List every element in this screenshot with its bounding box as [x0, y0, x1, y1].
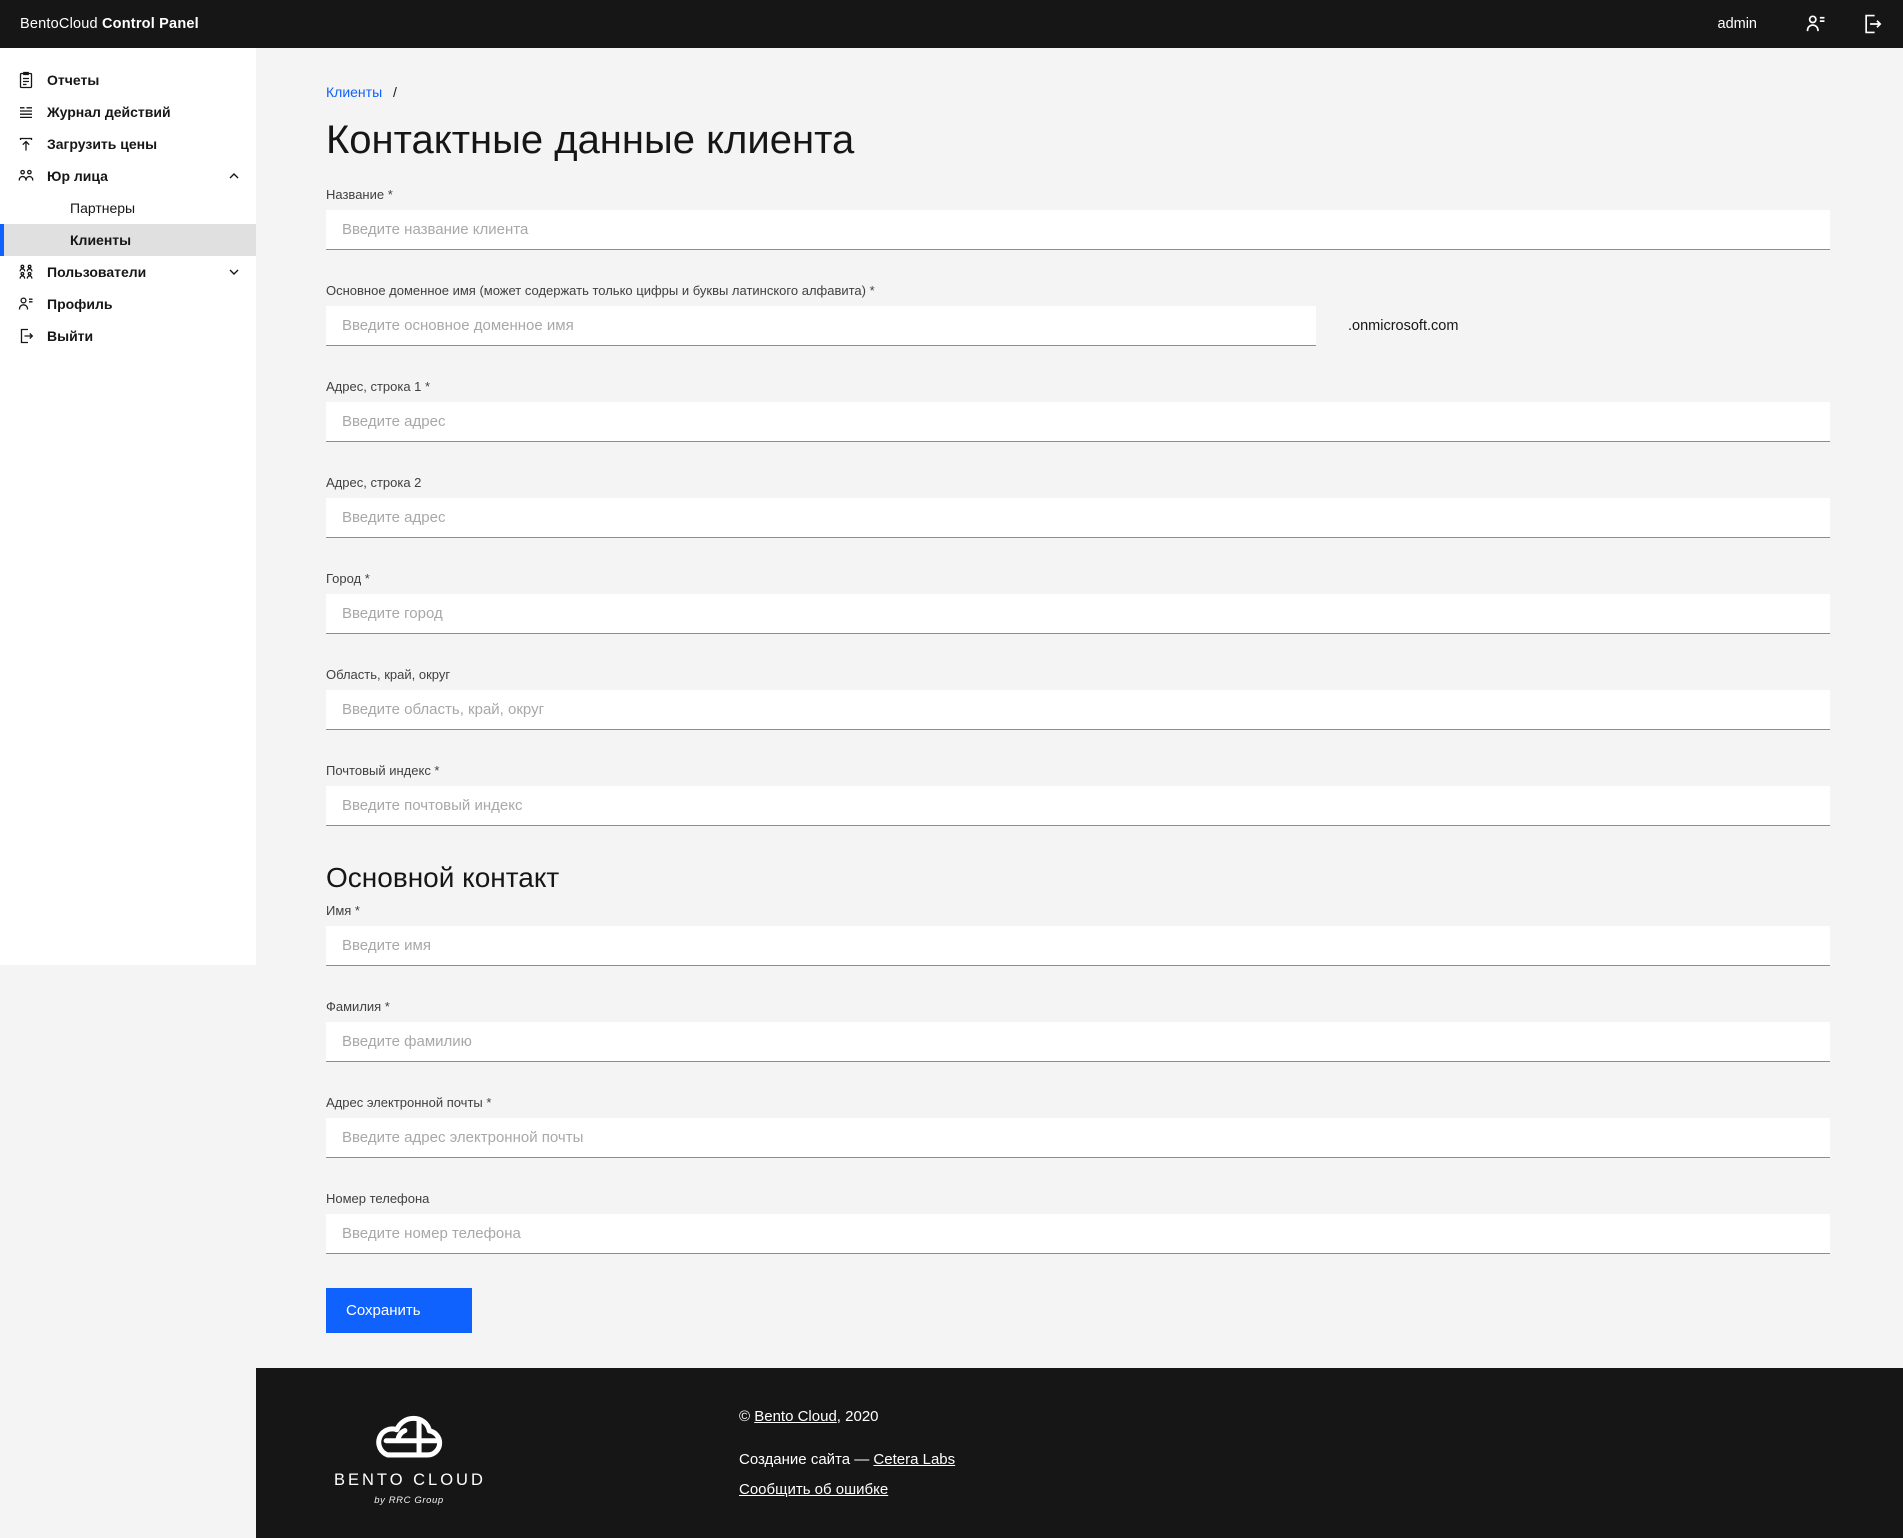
username-label: admin: [1718, 16, 1758, 32]
logout-icon: [16, 326, 36, 346]
site-by-text: Создание сайта —: [739, 1451, 873, 1468]
last-name-label: Фамилия *: [326, 1000, 1830, 1013]
logout-icon[interactable]: [1859, 11, 1885, 37]
chevron-up-icon[interactable]: [226, 168, 242, 184]
field-region: Область, край, округ: [326, 668, 1830, 730]
footer-text: © Bento Cloud, 2020 Создание сайта — Cet…: [739, 1407, 955, 1500]
address-line-1-label: Адрес, строка 1 *: [326, 380, 1830, 393]
footer-report-bug-link[interactable]: Сообщить об ошибке: [739, 1481, 888, 1498]
footer-report-bug: Сообщить об ошибке: [739, 1480, 955, 1500]
sidebar-item-partners[interactable]: Партнеры: [0, 192, 256, 224]
sidebar-item-label: Пользователи: [47, 264, 146, 280]
field-last-name: Фамилия *: [326, 1000, 1830, 1062]
user-profile-icon[interactable]: [1803, 11, 1829, 37]
sidebar-item-label: Юр лица: [47, 168, 108, 184]
breadcrumb-separator: /: [393, 84, 397, 100]
group-icon: [16, 262, 36, 282]
region-input[interactable]: [326, 690, 1830, 730]
field-phone: Номер телефона: [326, 1192, 1830, 1254]
domain-name-input[interactable]: [326, 306, 1316, 346]
footer-logo-title: BENTO CLOUD: [334, 1471, 484, 1490]
domain-suffix-label: .onmicrosoft.com: [1348, 318, 1458, 334]
postal-code-label: Почтовый индекс *: [326, 764, 1830, 777]
copyright-symbol: ©: [739, 1408, 754, 1425]
first-name-label: Имя *: [326, 904, 1830, 917]
brand-suffix: Control Panel: [102, 16, 199, 32]
partnership-icon: [16, 166, 36, 186]
footer-logo: BENTO CLOUD by RRC Group: [334, 1401, 484, 1506]
main-content: Клиенты / Контактные данные клиента Назв…: [256, 48, 1903, 1368]
address-line-2-input[interactable]: [326, 498, 1830, 538]
footer-bento-cloud-link[interactable]: Bento Cloud: [754, 1408, 837, 1425]
email-label: Адрес электронной почты *: [326, 1096, 1830, 1109]
section-heading-primary-contact: Основной контакт: [326, 860, 1830, 896]
sidebar-item-upload-prices[interactable]: Загрузить цены: [0, 128, 256, 160]
footer-cetera-labs-link[interactable]: Cetera Labs: [873, 1451, 955, 1468]
region-label: Область, край, округ: [326, 668, 1830, 681]
breadcrumb-link-clients[interactable]: Клиенты: [326, 84, 382, 100]
top-bar: BentoCloud Control Panel admin: [0, 0, 1903, 48]
activity-log-icon: [16, 102, 36, 122]
field-address-line-1: Адрес, строка 1 *: [326, 380, 1830, 442]
city-input[interactable]: [326, 594, 1830, 634]
sidebar-item-label: Профиль: [47, 296, 113, 312]
breadcrumb: Клиенты /: [326, 83, 1830, 102]
field-city: Город *: [326, 572, 1830, 634]
field-address-line-2: Адрес, строка 2: [326, 476, 1830, 538]
footer-site-by: Создание сайта — Cetera Labs: [739, 1450, 955, 1470]
sidebar-item-users[interactable]: Пользователи: [0, 256, 256, 288]
address-line-1-input[interactable]: [326, 402, 1830, 442]
phone-input[interactable]: [326, 1214, 1830, 1254]
first-name-input[interactable]: [326, 926, 1830, 966]
sidebar-item-legal-entities[interactable]: Юр лица: [0, 160, 256, 192]
user-profile-icon: [16, 294, 36, 314]
sidebar-item-label: Загрузить цены: [47, 136, 157, 152]
field-first-name: Имя *: [326, 904, 1830, 966]
bento-cloud-logo-icon: [361, 1401, 457, 1465]
sidebar-item-activity-log[interactable]: Журнал действий: [0, 96, 256, 128]
sidebar-item-label: Выйти: [47, 328, 93, 344]
chevron-down-icon[interactable]: [226, 264, 242, 280]
sidebar-item-label: Журнал действий: [47, 104, 171, 120]
email-input[interactable]: [326, 1118, 1830, 1158]
last-name-input[interactable]: [326, 1022, 1830, 1062]
sidebar-item-label: Партнеры: [70, 200, 135, 216]
phone-label: Номер телефона: [326, 1192, 1830, 1205]
field-domain-name: Основное доменное имя (может содержать т…: [326, 284, 1830, 346]
sidebar-item-logout[interactable]: Выйти: [0, 320, 256, 352]
save-button[interactable]: Сохранить: [326, 1288, 472, 1333]
footer-copyright: © Bento Cloud, 2020: [739, 1407, 955, 1427]
field-client-name: Название *: [326, 188, 1830, 250]
postal-code-input[interactable]: [326, 786, 1830, 826]
field-email: Адрес электронной почты *: [326, 1096, 1830, 1158]
city-label: Город *: [326, 572, 1830, 585]
sidebar-item-label: Отчеты: [47, 72, 99, 88]
domain-name-label: Основное доменное имя (может содержать т…: [326, 284, 1830, 297]
report-icon: [16, 70, 36, 90]
client-name-input[interactable]: [326, 210, 1830, 250]
sidebar: Отчеты Журнал действий Загрузить цены Юр…: [0, 48, 256, 965]
app-title: BentoCloud Control Panel: [20, 16, 199, 32]
footer: BENTO CLOUD by RRC Group © Bento Cloud, …: [256, 1368, 1903, 1538]
sidebar-item-clients[interactable]: Клиенты: [0, 224, 256, 256]
footer-logo-subtitle: by RRC Group: [334, 1495, 484, 1506]
address-line-2-label: Адрес, строка 2: [326, 476, 1830, 489]
sidebar-item-reports[interactable]: Отчеты: [0, 64, 256, 96]
upload-icon: [16, 134, 36, 154]
sidebar-item-profile[interactable]: Профиль: [0, 288, 256, 320]
client-name-label: Название *: [326, 188, 1830, 201]
brand-name: BentoCloud: [20, 16, 98, 32]
copyright-year: , 2020: [837, 1408, 879, 1425]
sidebar-item-label: Клиенты: [70, 232, 131, 248]
page-title: Контактные данные клиента: [326, 116, 1830, 164]
field-postal-code: Почтовый индекс *: [326, 764, 1830, 826]
